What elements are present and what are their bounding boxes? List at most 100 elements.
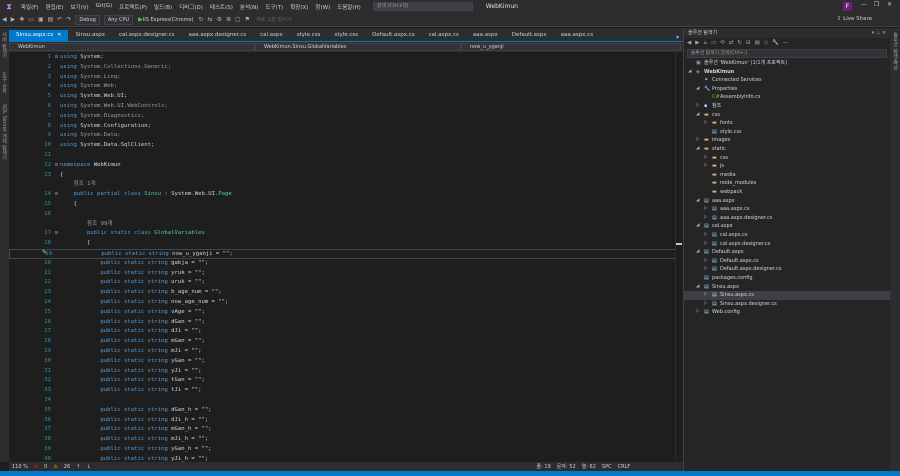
code-line[interactable]: 9 using System.Data;	[9, 131, 683, 141]
refresh-icon[interactable]: ↻	[737, 40, 742, 46]
maximize-button[interactable]: ❐	[870, 1, 883, 8]
code-line[interactable]: 5 using System.Web.UI;	[9, 92, 683, 102]
code-line[interactable]: 참조 99개	[9, 220, 683, 230]
code-line[interactable]: 31 public static string yJi = "";	[9, 367, 683, 377]
format-icon[interactable]: ≣	[226, 16, 231, 23]
user-avatar[interactable]: F	[843, 2, 852, 11]
expander-icon[interactable]: ▷	[704, 231, 710, 240]
document-tab[interactable]: aaa.aspx.cs	[554, 30, 600, 41]
code-line[interactable]: 37 public static string mGan_h = "";	[9, 425, 683, 435]
expander-icon[interactable]: ◢	[688, 68, 694, 77]
tree-item[interactable]: ◢ ▤ Default.aspx	[684, 248, 890, 257]
preview-icon[interactable]: ◇	[764, 40, 768, 46]
tool-icon[interactable]: ⚙	[217, 16, 222, 23]
code-line[interactable]: 18 {	[9, 239, 683, 249]
code-line[interactable]: 20 public static string gabja = "";	[9, 259, 683, 269]
panel-close-icon[interactable]: ✕	[882, 30, 886, 36]
next-issue-icon[interactable]: ↓	[86, 464, 90, 470]
tree-item[interactable]: ▷ ▬ js	[684, 162, 890, 171]
error-icon[interactable]: ⊗	[34, 464, 38, 470]
code-line[interactable]: 15 {	[9, 200, 683, 210]
line-indicator[interactable]: 줄: 19	[537, 463, 551, 470]
code-line[interactable]: 25 public static string vAge = "";	[9, 308, 683, 318]
open-icon[interactable]: ▭	[28, 16, 34, 23]
expander-icon[interactable]: ▷	[704, 119, 710, 128]
tree-item[interactable]: ▷ ▬ images	[684, 136, 890, 145]
menu-item[interactable]: 분석(N)	[240, 3, 259, 11]
undo-icon[interactable]: ↶	[57, 16, 62, 23]
tree-item[interactable]: ▷ ▤ aaa.aspx.designer.cs	[684, 214, 890, 223]
code-line[interactable]: 11	[9, 151, 683, 161]
solution-explorer-tab[interactable]: 솔루션 탐색기	[892, 32, 899, 64]
expander-icon[interactable]: ▷	[704, 265, 710, 274]
browser-link-icon[interactable]: ⇆	[208, 16, 213, 23]
document-tab[interactable]: Default.aspx.cs	[365, 30, 421, 41]
code-line[interactable]: 8 using System.Configuration;	[9, 122, 683, 132]
tree-item[interactable]: ⚭ Connected Services	[684, 76, 890, 85]
document-tab[interactable]: cal.aspx.cs	[422, 30, 466, 41]
document-tab[interactable]: Sinsu.aspx	[68, 30, 112, 41]
tree-item[interactable]: ◢ ▬ css	[684, 111, 890, 120]
document-tab[interactable]: Sinsu.aspx.cs ✕	[9, 30, 69, 41]
tree-item[interactable]: ▷ ▬ fonts	[684, 119, 890, 128]
code-line[interactable]: 40 public static string yJi_h = "";	[9, 455, 683, 462]
code-line[interactable]: 17 ⊟ public static class GlobalVariables	[9, 229, 683, 239]
tree-item[interactable]: ▤ style.css	[684, 128, 890, 137]
sql-object-explorer-tab[interactable]: SQL Server 개체 탐색기	[1, 104, 8, 160]
properties-tab[interactable]: 속성	[892, 60, 899, 70]
code-line[interactable]: 23 public static string b_age_num = "";	[9, 288, 683, 298]
tree-item[interactable]: ▷ ▪ 참조	[684, 102, 890, 111]
fold-toggle-icon[interactable]: ⊟	[55, 190, 58, 200]
code-line[interactable]: 13 {	[9, 171, 683, 181]
tree-item[interactable]: ▷ ▤ aaa.aspx.cs	[684, 205, 890, 214]
pending-changes-icon[interactable]: ⟲	[720, 40, 725, 46]
expander-icon[interactable]: ◢	[696, 85, 702, 94]
line-ending-indicator[interactable]: CRLF	[618, 464, 631, 470]
expander-icon[interactable]: ▷	[704, 240, 710, 249]
menu-item[interactable]: 프로젝트(P)	[119, 3, 147, 11]
document-tab[interactable]: style.css	[327, 30, 365, 41]
live-share-button[interactable]: ⇪ Live Share	[837, 16, 872, 22]
document-tab[interactable]: cal.aspx	[253, 30, 290, 41]
bookmark-icon[interactable]: ⚑	[245, 16, 250, 23]
new-item-icon[interactable]: ✚	[19, 16, 24, 23]
code-line[interactable]: 6 using System.Web.UI.WebControls;	[9, 102, 683, 112]
pin-icon[interactable]: ⊥	[876, 30, 880, 36]
code-line[interactable]: 16	[9, 210, 683, 220]
tree-item[interactable]: ▷ ▤ Sinsu.aspx.designer.cs	[684, 300, 890, 309]
code-line[interactable]: 39 public static string yGan_h = "";	[9, 445, 683, 455]
menu-item[interactable]: Git(G)	[96, 3, 113, 11]
code-line[interactable]: 4 using System.Web;	[9, 82, 683, 92]
redo-icon[interactable]: ↷	[66, 16, 71, 23]
tree-item[interactable]: ▷ ▤ cal.aspx.cs	[684, 231, 890, 240]
code-line[interactable]: 참조 1개	[9, 180, 683, 190]
switch-views-icon[interactable]: ▭	[711, 40, 716, 46]
code-line[interactable]: 27 public static string dJi = "";	[9, 327, 683, 337]
expander-icon[interactable]: ▷	[704, 162, 710, 171]
menu-item[interactable]: 테스트(S)	[210, 3, 233, 11]
tree-item[interactable]: ◢ ▤ Sinsu.aspx	[684, 283, 890, 292]
menu-item[interactable]: 도구(T)	[265, 3, 283, 11]
tree-item[interactable]: ◢ ▤ aaa.aspx	[684, 197, 890, 206]
expander-icon[interactable]: ◢	[696, 248, 702, 257]
tree-item[interactable]: ◢ ▤ cal.aspx	[684, 222, 890, 231]
properties-icon[interactable]: 🔧	[772, 40, 779, 46]
document-tab[interactable]: cal.aspx.designer.cs	[112, 30, 181, 41]
code-line[interactable]: 19 public static string now_u_yganji = "…	[9, 249, 683, 259]
expander-icon[interactable]: ▷	[704, 291, 710, 300]
error-count[interactable]: 0	[44, 464, 47, 470]
tree-item[interactable]: ▤ packages.config	[684, 274, 890, 283]
edit-pencil-icon[interactable]: ✎	[42, 249, 47, 256]
expander-icon[interactable]: ▷	[696, 102, 702, 111]
expander-icon[interactable]: ▷	[704, 257, 710, 266]
code-line[interactable]: 14 ⊟ public partial class Sinsu : System.…	[9, 190, 683, 200]
menu-item[interactable]: 디버그(D)	[179, 3, 203, 11]
member-dropdown[interactable]: now_u_yganji	[461, 43, 681, 51]
menu-item[interactable]: 편집(E)	[46, 3, 64, 11]
refresh-watcher-label[interactable]: 새로 고침 감시기	[256, 16, 291, 23]
expander-icon[interactable]: ◢	[696, 197, 702, 206]
tree-item[interactable]: ◢ 🔧 Properties	[684, 85, 890, 94]
refresh-icon[interactable]: ↻	[199, 16, 204, 23]
code-line[interactable]: 2 using System.Collections.Generic;	[9, 63, 683, 73]
code-line[interactable]: 1 ⊟ using System;	[9, 53, 683, 63]
